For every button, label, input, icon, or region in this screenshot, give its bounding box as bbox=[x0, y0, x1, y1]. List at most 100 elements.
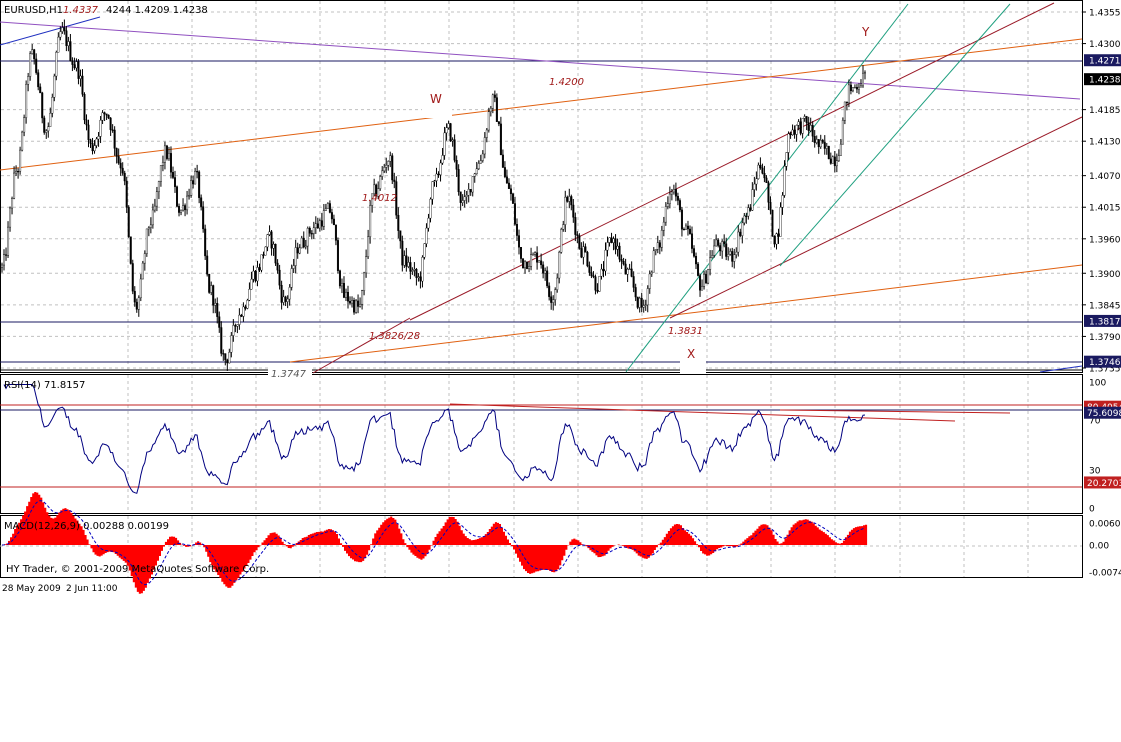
candle-body bbox=[864, 72, 867, 74]
price-level-tag-text: 1.4271 bbox=[1089, 57, 1121, 67]
candle-body bbox=[143, 253, 146, 264]
candle-body bbox=[391, 155, 394, 181]
candle-body bbox=[515, 224, 518, 236]
candle-body bbox=[103, 112, 106, 115]
price-tick-label: 1.3900 bbox=[1089, 270, 1121, 280]
candle-body bbox=[210, 285, 213, 293]
candle-body bbox=[178, 206, 181, 213]
candle-body bbox=[493, 94, 496, 98]
candle-body bbox=[697, 263, 700, 276]
candle-body bbox=[169, 153, 172, 173]
candle-body bbox=[441, 155, 444, 164]
candle-body bbox=[39, 86, 42, 94]
candle-body bbox=[831, 156, 834, 164]
price-tick-label: 1.4355 bbox=[1089, 9, 1121, 19]
candle-body bbox=[616, 245, 619, 250]
price-level-tag-text: 1.3746 bbox=[1089, 358, 1121, 368]
candle-body bbox=[526, 261, 529, 269]
candle-body bbox=[7, 226, 10, 256]
candle-body bbox=[646, 288, 649, 306]
price-tick-label: 1.3960 bbox=[1089, 235, 1121, 245]
candle-body bbox=[320, 220, 323, 227]
candle-body bbox=[570, 196, 573, 206]
candle-body bbox=[113, 129, 116, 149]
candle-body bbox=[803, 116, 806, 119]
candle-body bbox=[131, 263, 134, 292]
candle-body bbox=[507, 182, 510, 189]
candle-body bbox=[63, 27, 66, 31]
candle-body bbox=[815, 139, 818, 143]
candle-body bbox=[97, 136, 100, 140]
candle-body bbox=[763, 172, 766, 179]
candle-body bbox=[423, 243, 426, 258]
candle-body bbox=[139, 278, 142, 299]
candle-body bbox=[590, 272, 593, 277]
candle-body bbox=[684, 225, 687, 230]
candle-body bbox=[644, 304, 647, 306]
candle-body bbox=[819, 140, 822, 148]
rsi-tick-label: 30 bbox=[1089, 467, 1101, 477]
candle-body bbox=[232, 325, 235, 336]
candle-body bbox=[37, 72, 40, 88]
candle-body bbox=[47, 126, 50, 132]
candle-body bbox=[383, 167, 386, 172]
candle-body bbox=[809, 125, 812, 131]
candle-body bbox=[688, 228, 691, 234]
candle-body bbox=[381, 170, 384, 177]
chart-canvas[interactable]: W X Y 1.4012 1.4200 1.3826/28 1.3831 1.3… bbox=[0, 0, 1121, 742]
candle-body bbox=[3, 254, 6, 266]
candle-body bbox=[125, 180, 128, 208]
candle-body bbox=[765, 177, 768, 183]
macd-title: MACD(12,26,9) 0.00288 0.00199 bbox=[4, 521, 169, 532]
candle-body bbox=[314, 223, 317, 229]
candle-body bbox=[650, 271, 653, 275]
price-level-tag-text: 1.3817 bbox=[1089, 317, 1121, 327]
candle-body bbox=[266, 234, 269, 248]
candle-body bbox=[413, 269, 416, 271]
candle-body bbox=[775, 233, 778, 245]
candle-body bbox=[781, 195, 784, 208]
candle-body bbox=[556, 277, 559, 290]
candle-body bbox=[503, 167, 506, 177]
candle-body bbox=[15, 170, 18, 174]
candle-body bbox=[457, 169, 460, 193]
candle-body bbox=[477, 163, 480, 169]
candle-body bbox=[453, 139, 456, 161]
wave-label-x: X bbox=[687, 347, 695, 361]
candle-body bbox=[439, 162, 442, 175]
candle-body bbox=[757, 164, 760, 179]
candle-body bbox=[121, 167, 124, 174]
candle-body bbox=[208, 274, 211, 293]
candle-body bbox=[580, 248, 583, 258]
candle-body bbox=[532, 254, 535, 256]
candle-body bbox=[123, 172, 126, 182]
candle-body bbox=[841, 120, 844, 145]
candle-body bbox=[682, 229, 685, 231]
candle-body bbox=[835, 160, 838, 167]
candle-body bbox=[260, 254, 263, 271]
candle-body bbox=[200, 197, 203, 207]
candle-body bbox=[238, 314, 241, 325]
candle-body bbox=[837, 155, 840, 161]
candle-body bbox=[560, 229, 563, 253]
candle-body bbox=[592, 275, 595, 277]
candle-body bbox=[723, 241, 726, 244]
candle-body bbox=[393, 179, 396, 182]
candle-body bbox=[699, 275, 702, 291]
candle-body bbox=[755, 178, 758, 185]
candle-body bbox=[407, 262, 410, 267]
candle-body bbox=[833, 156, 836, 167]
candle-body bbox=[276, 262, 279, 271]
candle-body bbox=[421, 257, 424, 282]
rsi-title: RSI(14) 71.8157 bbox=[4, 380, 85, 391]
candle-body bbox=[399, 230, 402, 242]
candle-body bbox=[159, 165, 162, 182]
candle-body bbox=[843, 101, 846, 121]
candle-body bbox=[747, 207, 750, 217]
candle-body bbox=[262, 254, 265, 256]
candle-body bbox=[795, 125, 798, 135]
level-annotation-13831: 1.3831 bbox=[668, 326, 703, 337]
candle-body bbox=[524, 261, 527, 269]
candle-body bbox=[216, 303, 219, 317]
candle-body bbox=[471, 176, 474, 193]
